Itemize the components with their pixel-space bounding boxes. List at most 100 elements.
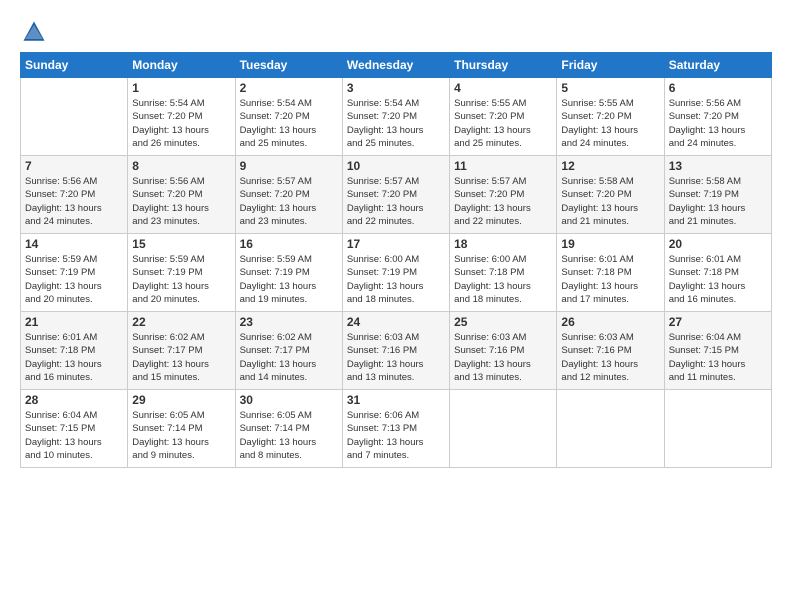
calendar-table: SundayMondayTuesdayWednesdayThursdayFrid… xyxy=(20,52,772,468)
day-number: 12 xyxy=(561,159,659,173)
day-number: 20 xyxy=(669,237,767,251)
calendar-cell: 23Sunrise: 6:02 AMSunset: 7:17 PMDayligh… xyxy=(235,312,342,390)
day-info-line: and 8 minutes. xyxy=(240,449,338,462)
day-info-line: and 23 minutes. xyxy=(240,215,338,228)
day-number: 14 xyxy=(25,237,123,251)
day-info-line: Sunrise: 6:04 AM xyxy=(25,409,123,422)
calendar-cell: 29Sunrise: 6:05 AMSunset: 7:14 PMDayligh… xyxy=(128,390,235,468)
calendar-cell: 10Sunrise: 5:57 AMSunset: 7:20 PMDayligh… xyxy=(342,156,449,234)
calendar-cell: 8Sunrise: 5:56 AMSunset: 7:20 PMDaylight… xyxy=(128,156,235,234)
day-info-line: Sunrise: 6:00 AM xyxy=(347,253,445,266)
day-info-line: Sunset: 7:18 PM xyxy=(454,266,552,279)
day-info-line: and 19 minutes. xyxy=(240,293,338,306)
calendar-cell xyxy=(21,78,128,156)
calendar-cell: 9Sunrise: 5:57 AMSunset: 7:20 PMDaylight… xyxy=(235,156,342,234)
calendar-body: 1Sunrise: 5:54 AMSunset: 7:20 PMDaylight… xyxy=(21,78,772,468)
day-info-line: Daylight: 13 hours xyxy=(240,280,338,293)
day-info-line: Sunrise: 6:01 AM xyxy=(669,253,767,266)
day-info-line: Sunset: 7:20 PM xyxy=(561,188,659,201)
day-info-line: Sunset: 7:17 PM xyxy=(132,344,230,357)
calendar-cell: 24Sunrise: 6:03 AMSunset: 7:16 PMDayligh… xyxy=(342,312,449,390)
day-info-line: and 21 minutes. xyxy=(669,215,767,228)
logo-icon xyxy=(20,18,48,46)
day-info-line: and 26 minutes. xyxy=(132,137,230,150)
calendar-cell: 11Sunrise: 5:57 AMSunset: 7:20 PMDayligh… xyxy=(450,156,557,234)
day-info-line: Sunrise: 6:01 AM xyxy=(25,331,123,344)
calendar-cell: 19Sunrise: 6:01 AMSunset: 7:18 PMDayligh… xyxy=(557,234,664,312)
calendar-cell xyxy=(664,390,771,468)
day-number: 16 xyxy=(240,237,338,251)
calendar-cell: 6Sunrise: 5:56 AMSunset: 7:20 PMDaylight… xyxy=(664,78,771,156)
day-info-line: and 15 minutes. xyxy=(132,371,230,384)
day-info-line: Sunset: 7:20 PM xyxy=(561,110,659,123)
header-cell-thursday: Thursday xyxy=(450,53,557,78)
day-info-line: Daylight: 13 hours xyxy=(240,202,338,215)
day-number: 15 xyxy=(132,237,230,251)
day-info-line: Sunset: 7:19 PM xyxy=(669,188,767,201)
day-number: 13 xyxy=(669,159,767,173)
calendar-cell: 18Sunrise: 6:00 AMSunset: 7:18 PMDayligh… xyxy=(450,234,557,312)
calendar-cell: 27Sunrise: 6:04 AMSunset: 7:15 PMDayligh… xyxy=(664,312,771,390)
day-info-line: Sunset: 7:20 PM xyxy=(132,188,230,201)
day-info-line: Sunrise: 5:55 AM xyxy=(454,97,552,110)
page-header xyxy=(20,18,772,46)
day-number: 3 xyxy=(347,81,445,95)
day-info-line: Daylight: 13 hours xyxy=(561,124,659,137)
calendar-cell: 31Sunrise: 6:06 AMSunset: 7:13 PMDayligh… xyxy=(342,390,449,468)
day-info-line: Sunrise: 5:54 AM xyxy=(347,97,445,110)
day-info-line: Sunset: 7:18 PM xyxy=(561,266,659,279)
calendar-cell: 30Sunrise: 6:05 AMSunset: 7:14 PMDayligh… xyxy=(235,390,342,468)
week-row-2: 7Sunrise: 5:56 AMSunset: 7:20 PMDaylight… xyxy=(21,156,772,234)
day-info-line: Sunset: 7:20 PM xyxy=(240,188,338,201)
day-info-line: Daylight: 13 hours xyxy=(454,358,552,371)
day-info-line: and 25 minutes. xyxy=(240,137,338,150)
week-row-4: 21Sunrise: 6:01 AMSunset: 7:18 PMDayligh… xyxy=(21,312,772,390)
day-number: 8 xyxy=(132,159,230,173)
day-info-line: and 18 minutes. xyxy=(454,293,552,306)
logo xyxy=(20,18,52,46)
day-number: 4 xyxy=(454,81,552,95)
calendar-cell xyxy=(450,390,557,468)
day-info-line: Sunrise: 5:58 AM xyxy=(561,175,659,188)
day-info-line: Sunrise: 5:54 AM xyxy=(132,97,230,110)
day-info-line: Daylight: 13 hours xyxy=(132,280,230,293)
day-info-line: Sunset: 7:18 PM xyxy=(669,266,767,279)
day-info-line: Sunrise: 6:01 AM xyxy=(561,253,659,266)
day-info-line: and 11 minutes. xyxy=(669,371,767,384)
day-info-line: Sunrise: 6:05 AM xyxy=(132,409,230,422)
day-info-line: Daylight: 13 hours xyxy=(25,202,123,215)
day-number: 26 xyxy=(561,315,659,329)
day-number: 19 xyxy=(561,237,659,251)
day-info-line: Sunset: 7:13 PM xyxy=(347,422,445,435)
header-row: SundayMondayTuesdayWednesdayThursdayFrid… xyxy=(21,53,772,78)
day-info-line: Sunset: 7:20 PM xyxy=(669,110,767,123)
day-info-line: Sunrise: 5:57 AM xyxy=(454,175,552,188)
calendar-cell: 3Sunrise: 5:54 AMSunset: 7:20 PMDaylight… xyxy=(342,78,449,156)
day-info-line: Sunrise: 6:02 AM xyxy=(132,331,230,344)
header-cell-sunday: Sunday xyxy=(21,53,128,78)
day-info-line: Daylight: 13 hours xyxy=(240,436,338,449)
day-info-line: Sunrise: 6:03 AM xyxy=(561,331,659,344)
day-info-line: and 21 minutes. xyxy=(561,215,659,228)
calendar-cell: 12Sunrise: 5:58 AMSunset: 7:20 PMDayligh… xyxy=(557,156,664,234)
day-info-line: Daylight: 13 hours xyxy=(454,202,552,215)
day-info-line: and 18 minutes. xyxy=(347,293,445,306)
day-info-line: and 16 minutes. xyxy=(25,371,123,384)
header-cell-monday: Monday xyxy=(128,53,235,78)
day-number: 9 xyxy=(240,159,338,173)
day-info-line: Sunset: 7:19 PM xyxy=(240,266,338,279)
day-info-line: Sunrise: 6:02 AM xyxy=(240,331,338,344)
day-info-line: and 10 minutes. xyxy=(25,449,123,462)
day-number: 6 xyxy=(669,81,767,95)
calendar-cell: 26Sunrise: 6:03 AMSunset: 7:16 PMDayligh… xyxy=(557,312,664,390)
day-number: 5 xyxy=(561,81,659,95)
day-info-line: Daylight: 13 hours xyxy=(669,358,767,371)
day-info-line: Sunset: 7:16 PM xyxy=(454,344,552,357)
day-info-line: and 22 minutes. xyxy=(347,215,445,228)
day-info-line: Sunrise: 5:54 AM xyxy=(240,97,338,110)
day-number: 27 xyxy=(669,315,767,329)
day-info-line: Sunset: 7:14 PM xyxy=(132,422,230,435)
day-number: 2 xyxy=(240,81,338,95)
calendar-cell: 4Sunrise: 5:55 AMSunset: 7:20 PMDaylight… xyxy=(450,78,557,156)
day-info-line: Sunrise: 5:56 AM xyxy=(669,97,767,110)
